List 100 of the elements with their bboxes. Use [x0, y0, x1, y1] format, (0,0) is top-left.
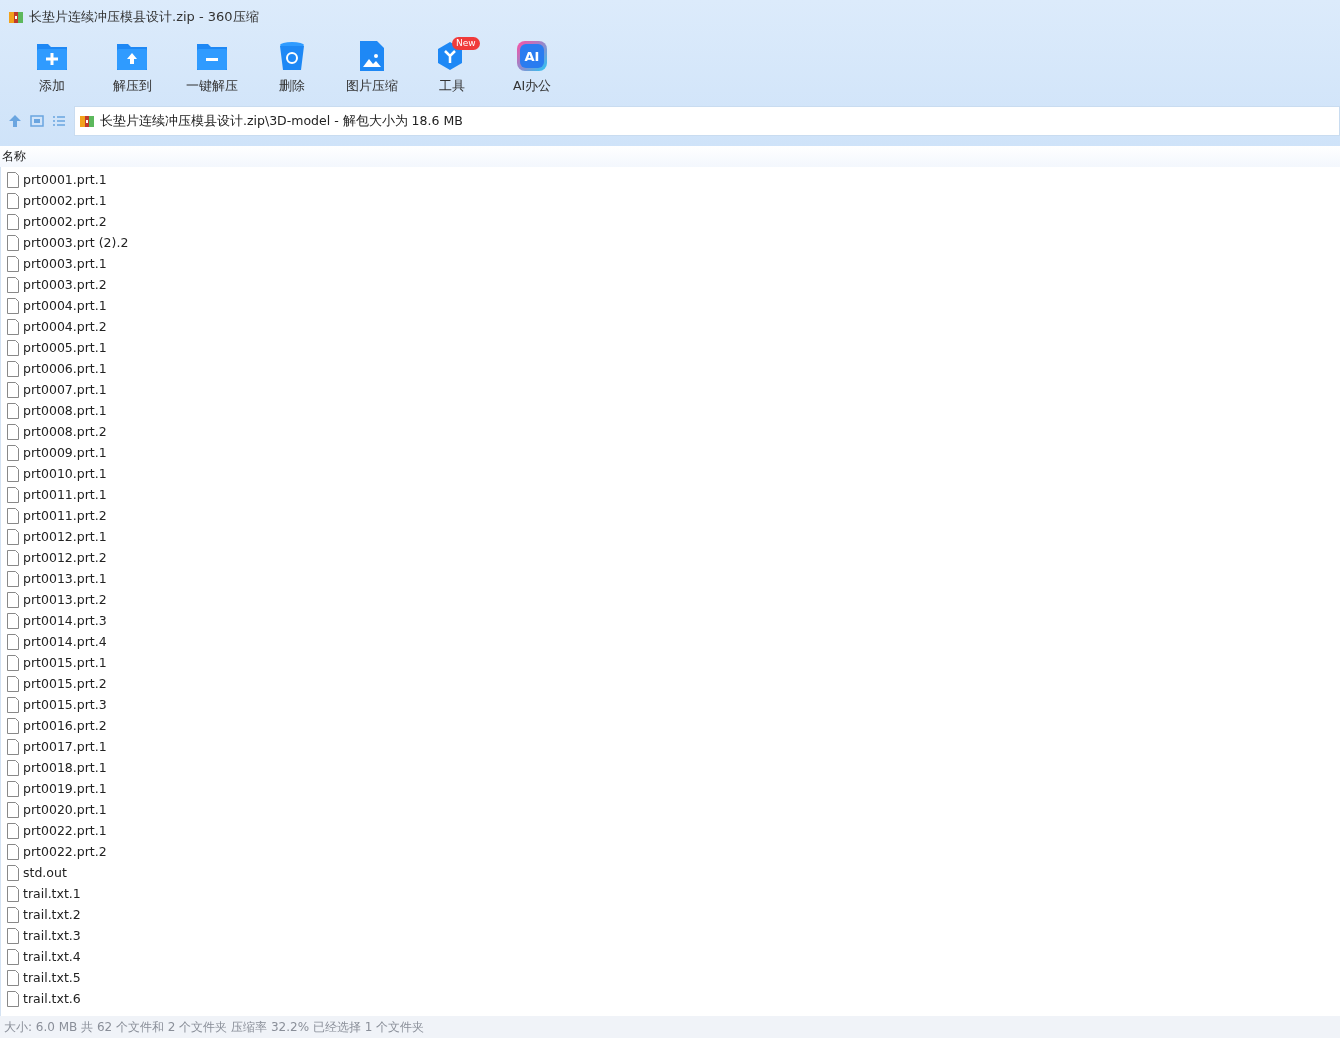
- ai-icon: [517, 41, 547, 71]
- file-name[interactable]: trail.txt.2: [23, 907, 81, 922]
- file-icon: [7, 318, 19, 335]
- image-file-icon: [359, 40, 385, 72]
- file-icon: [7, 507, 19, 524]
- file-name[interactable]: prt0015.prt.1: [23, 655, 107, 670]
- file-icon: [7, 591, 19, 608]
- file-icon: [7, 171, 19, 188]
- file-name[interactable]: prt0011.prt.1: [23, 487, 107, 502]
- file-icon: [7, 465, 19, 482]
- toolbar-button[interactable]: 添加: [12, 34, 92, 106]
- file-name[interactable]: prt0022.prt.1: [23, 823, 107, 838]
- file-icon: [7, 780, 19, 797]
- file-name[interactable]: trail.txt.5: [23, 970, 81, 985]
- file-icon: [7, 738, 19, 755]
- toolbar-button[interactable]: 一键解压: [172, 34, 252, 106]
- status-text: 大小: 6.0 MB 共 62 个文件和 2 个文件夹 压缩率 32.2% 已经选择 1 个文件夹: [4, 1018, 425, 1036]
- file-icon: [7, 360, 19, 377]
- list-icon[interactable]: [52, 114, 66, 128]
- file-icon: [7, 444, 19, 461]
- file-name[interactable]: prt0007.prt.1: [23, 382, 107, 397]
- file-name[interactable]: prt0011.prt.2: [23, 508, 107, 523]
- file-icon: [7, 654, 19, 671]
- toolbar-button[interactable]: 图片压缩: [332, 34, 412, 106]
- file-icon: [7, 885, 19, 902]
- file-name[interactable]: trail.txt.4: [23, 949, 81, 964]
- file-name[interactable]: prt0013.prt.1: [23, 571, 107, 586]
- file-icon: [7, 570, 19, 587]
- toolbar-button[interactable]: 删除: [252, 34, 332, 106]
- file-name[interactable]: prt0004.prt.2: [23, 319, 107, 334]
- file-icon: [7, 255, 19, 272]
- file-icon: [7, 423, 19, 440]
- file-name[interactable]: prt0014.prt.3: [23, 613, 107, 628]
- up-arrow-icon[interactable]: [8, 114, 22, 128]
- file-icon: [7, 381, 19, 398]
- archive-icon: [8, 9, 24, 25]
- file-icon: [7, 297, 19, 314]
- toolbar-button[interactable]: AI AI办公: [492, 34, 572, 106]
- file-name[interactable]: prt0003.prt.2: [23, 277, 107, 292]
- file-icon: [7, 528, 19, 545]
- toolbar-button[interactable]: New 工具: [412, 34, 492, 106]
- view-icon[interactable]: [30, 114, 44, 128]
- file-name[interactable]: prt0018.prt.1: [23, 760, 107, 775]
- new-badge: New: [452, 37, 480, 50]
- file-name[interactable]: prt0012.prt.2: [23, 550, 107, 565]
- file-icon: [7, 990, 19, 1007]
- file-name[interactable]: prt0003.prt.1: [23, 256, 107, 271]
- file-name[interactable]: prt0009.prt.1: [23, 445, 107, 460]
- file-name[interactable]: prt0020.prt.1: [23, 802, 107, 817]
- file-name[interactable]: prt0002.prt.1: [23, 193, 107, 208]
- file-name[interactable]: prt0019.prt.1: [23, 781, 107, 796]
- file-name[interactable]: prt0022.prt.2: [23, 844, 107, 859]
- file-icon: [7, 948, 19, 965]
- window-title: 长垫片连续冲压模县设计.zip - 360压缩: [29, 8, 259, 26]
- file-name[interactable]: prt0015.prt.3: [23, 697, 107, 712]
- file-name[interactable]: prt0003.prt (2).2: [23, 235, 129, 250]
- file-icon: [7, 486, 19, 503]
- address-field[interactable]: 长垫片连续冲压模县设计.zip\3D-model - 解包大小为 18.6 MB: [74, 106, 1340, 136]
- file-icon: [7, 192, 19, 209]
- ai-logo-text: AI: [524, 49, 540, 63]
- file-name[interactable]: prt0008.prt.2: [23, 424, 107, 439]
- file-name[interactable]: prt0005.prt.1: [23, 340, 107, 355]
- file-icon: [7, 969, 19, 986]
- file-name[interactable]: trail.txt.6: [23, 991, 81, 1006]
- file-name[interactable]: prt0016.prt.2: [23, 718, 107, 733]
- file-name[interactable]: std.out: [23, 865, 67, 880]
- file-icon: [7, 213, 19, 230]
- file-name[interactable]: prt0015.prt.2: [23, 676, 107, 691]
- file-icon: [7, 801, 19, 818]
- column-header[interactable]: 名称: [2, 149, 26, 163]
- file-name[interactable]: prt0008.prt.1: [23, 403, 107, 418]
- toolbar-button[interactable]: 解压到: [92, 34, 172, 106]
- file-icon: [7, 402, 19, 419]
- file-name[interactable]: trail.txt.1: [23, 886, 81, 901]
- file-icon: [7, 276, 19, 293]
- file-icon: [7, 339, 19, 356]
- file-name[interactable]: trail.txt.3: [23, 928, 81, 943]
- file-icon: [7, 906, 19, 923]
- file-name[interactable]: prt0004.prt.1: [23, 298, 107, 313]
- file-name[interactable]: prt0014.prt.4: [23, 634, 107, 649]
- file-name[interactable]: prt0013.prt.2: [23, 592, 107, 607]
- file-icon: [7, 633, 19, 650]
- file-name[interactable]: prt0002.prt.2: [23, 214, 107, 229]
- file-name[interactable]: prt0010.prt.1: [23, 466, 107, 481]
- file-name[interactable]: prt0006.prt.1: [23, 361, 107, 376]
- file-name[interactable]: prt0017.prt.1: [23, 739, 107, 754]
- file-icon: [7, 759, 19, 776]
- file-icon: [7, 675, 19, 692]
- file-name[interactable]: prt0001.prt.1: [23, 172, 107, 187]
- file-icon: [7, 612, 19, 629]
- archive-icon: [79, 113, 95, 129]
- file-icon: [7, 927, 19, 944]
- file-icon: [7, 696, 19, 713]
- file-icon: [7, 843, 19, 860]
- file-name[interactable]: prt0012.prt.1: [23, 529, 107, 544]
- file-icon: [7, 717, 19, 734]
- file-icon: [7, 234, 19, 251]
- file-icon: [7, 864, 19, 881]
- file-icon: [7, 822, 19, 839]
- trash-icon: [279, 40, 305, 72]
